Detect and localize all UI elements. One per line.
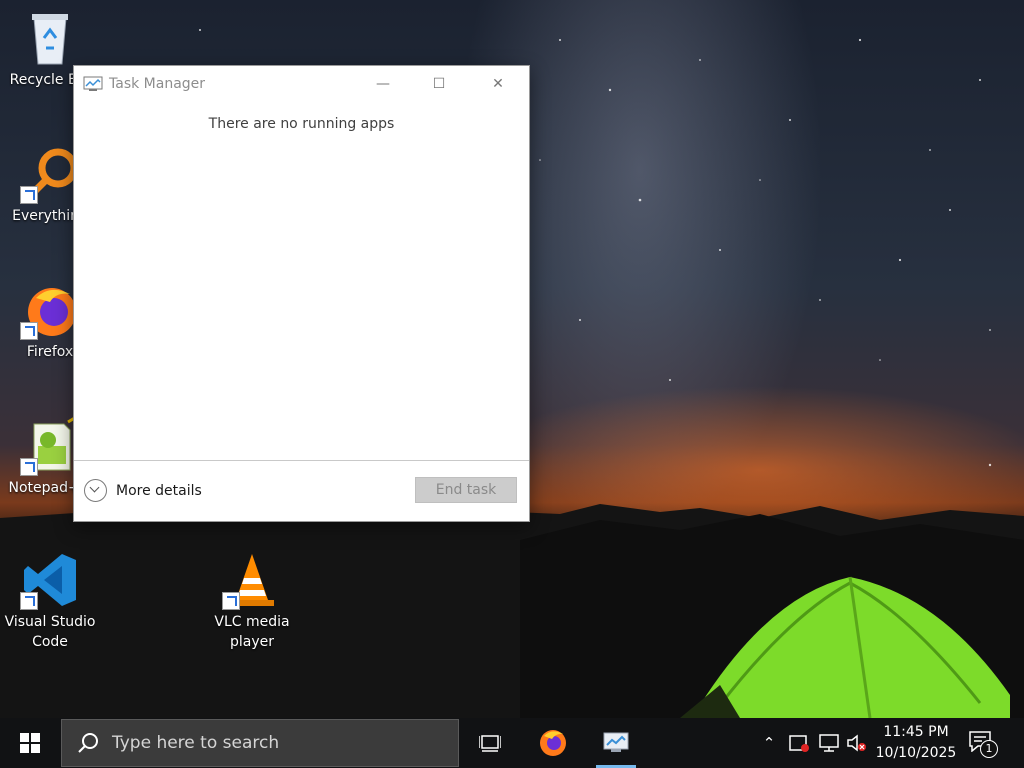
network-button[interactable]	[818, 732, 840, 754]
maximize-button[interactable]: ☐	[410, 66, 468, 102]
minimize-icon: —	[376, 76, 390, 92]
volume-button[interactable]	[846, 732, 868, 754]
taskbar: Type here to search ⌃ 11:45 PM 10/10/202…	[0, 718, 1024, 768]
chevron-up-icon: ⌃	[762, 734, 776, 752]
shortcut-arrow-icon	[20, 592, 38, 610]
action-center-button[interactable]: 1	[968, 730, 998, 758]
search-icon	[78, 733, 98, 753]
end-task-button[interactable]: End task	[415, 477, 517, 503]
clock-time: 11:45 PM	[883, 724, 949, 740]
shortcut-arrow-icon	[222, 592, 240, 610]
show-hidden-icons-button[interactable]: ⌃	[758, 732, 780, 754]
vscode-icon	[20, 550, 80, 610]
tray-app-icon-button[interactable]	[788, 732, 810, 754]
shortcut-arrow-icon	[20, 186, 38, 204]
app-list-area: There are no running apps	[74, 102, 529, 460]
notification-count-badge: 1	[980, 740, 998, 758]
taskbar-search-box[interactable]: Type here to search	[61, 719, 459, 767]
desktop-icon-label: VLC media player	[214, 614, 290, 650]
firefox-icon	[540, 730, 566, 756]
notepad-plus-plus-icon	[20, 414, 80, 476]
firefox-icon	[20, 280, 80, 340]
empty-state-message: There are no running apps	[208, 116, 395, 132]
task-manager-icon	[603, 732, 629, 752]
shortcut-arrow-icon	[20, 322, 38, 340]
task-manager-icon	[83, 76, 103, 91]
maximize-icon: ☐	[432, 76, 446, 92]
footer-bar: More details End task	[74, 460, 529, 522]
task-view-icon	[479, 735, 501, 752]
chevron-down-icon	[84, 479, 107, 502]
taskbar-task-manager-button[interactable]	[592, 718, 640, 768]
title-bar[interactable]: Task Manager — ☐ ✕	[74, 66, 529, 102]
desktop-icon-vlc[interactable]: VLC media player	[204, 550, 300, 652]
task-view-button[interactable]	[466, 718, 514, 768]
recycle-bin-icon	[20, 8, 80, 68]
close-icon: ✕	[492, 76, 504, 92]
tray-app-icon	[789, 735, 809, 752]
task-manager-window: Task Manager — ☐ ✕ There are no running …	[73, 65, 530, 522]
tent-illustration	[680, 576, 1010, 718]
clock-date: 10/10/2025	[875, 745, 957, 761]
close-button[interactable]: ✕	[469, 66, 527, 102]
everything-search-icon	[20, 144, 80, 204]
network-icon	[819, 734, 839, 752]
vlc-cone-icon	[222, 550, 282, 610]
desktop-icon-vscode[interactable]: Visual Studio Code	[2, 550, 98, 652]
taskbar-firefox-button[interactable]	[529, 718, 577, 768]
search-placeholder: Type here to search	[112, 733, 280, 753]
window-title: Task Manager	[109, 76, 206, 92]
shortcut-arrow-icon	[20, 458, 38, 476]
windows-logo-icon	[20, 733, 40, 753]
minimize-button[interactable]: —	[354, 66, 412, 102]
desktop-icon-label: Visual Studio Code	[4, 614, 96, 650]
more-details-label: More details	[116, 482, 202, 499]
more-details-button[interactable]: More details	[84, 479, 202, 502]
start-button[interactable]	[0, 718, 60, 768]
volume-muted-icon	[847, 734, 866, 752]
taskbar-clock[interactable]: 11:45 PM 10/10/2025	[872, 722, 960, 764]
